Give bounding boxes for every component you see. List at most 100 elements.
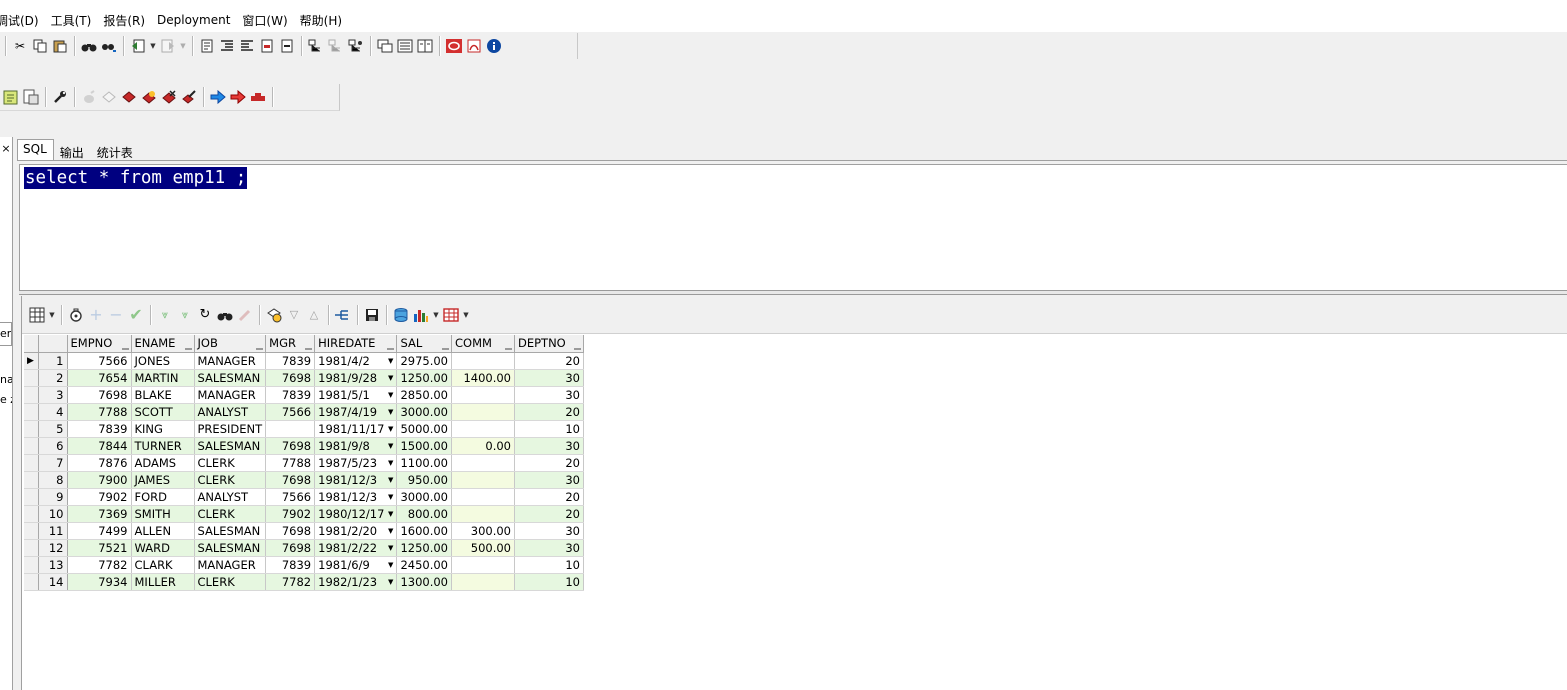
cell-job[interactable]: SALESMAN bbox=[194, 369, 267, 387]
next-query-icon[interactable]: △ bbox=[305, 306, 323, 324]
editor-result-splitter[interactable] bbox=[19, 290, 1567, 295]
row-number[interactable]: 9 bbox=[38, 488, 68, 506]
row-indicator[interactable] bbox=[24, 403, 39, 421]
cell-empno[interactable]: 7876 bbox=[67, 454, 132, 472]
db-disconnect-icon[interactable] bbox=[100, 88, 118, 106]
column-header[interactable]: HIREDATE bbox=[314, 335, 398, 353]
sql-window-icon[interactable] bbox=[416, 37, 434, 55]
cell-sal[interactable]: 2450.00 bbox=[396, 556, 452, 574]
cell-empno[interactable]: 7844 bbox=[67, 437, 132, 455]
indent-icon[interactable] bbox=[218, 37, 236, 55]
sql-text-selected[interactable]: select * from emp11 ; bbox=[24, 167, 248, 189]
cell-job[interactable]: CLERK bbox=[194, 573, 267, 591]
row-indicator[interactable] bbox=[24, 437, 39, 455]
date-dropdown-icon[interactable]: ▼ bbox=[388, 574, 393, 590]
column-header[interactable]: MGR bbox=[265, 335, 316, 353]
menu-debug[interactable]: 调试(D) bbox=[0, 12, 45, 29]
cell-mgr[interactable]: 7902 bbox=[265, 505, 316, 523]
table-row[interactable]: 5 7839 KING PRESIDENT 1981/11/17 ▼ 5000.00 10 bbox=[24, 420, 584, 438]
row-number[interactable]: 7 bbox=[38, 454, 68, 472]
db-yellow-icon[interactable] bbox=[140, 88, 158, 106]
cell-deptno[interactable]: 10 bbox=[514, 556, 584, 574]
cell-hiredate[interactable]: 1981/4/2 ▼ bbox=[314, 352, 398, 370]
cell-hiredate[interactable]: 1981/9/28 ▼ bbox=[314, 369, 398, 387]
row-number[interactable]: 3 bbox=[38, 386, 68, 404]
menu-tools[interactable]: 工具(T) bbox=[45, 12, 98, 29]
row-indicator[interactable] bbox=[24, 420, 39, 438]
cell-job[interactable]: SALESMAN bbox=[194, 539, 267, 557]
row-indicator[interactable] bbox=[24, 471, 39, 489]
cell-deptno[interactable]: 20 bbox=[514, 454, 584, 472]
cell-deptno[interactable]: 10 bbox=[514, 420, 584, 438]
cell-job[interactable]: PRESIDENT bbox=[194, 420, 267, 438]
date-dropdown-icon[interactable]: ▼ bbox=[388, 523, 393, 539]
cell-sal[interactable]: 3000.00 bbox=[396, 403, 452, 421]
grid-layout-icon[interactable] bbox=[28, 306, 46, 324]
cell-job[interactable]: CLERK bbox=[194, 454, 267, 472]
table-row[interactable]: 8 7900 JAMES CLERK 7698 1981/12/3 ▼ 950.00 30 bbox=[24, 471, 584, 489]
cell-comm[interactable]: 300.00 bbox=[451, 522, 515, 540]
column-header[interactable]: EMPNO bbox=[67, 335, 132, 353]
current-row-indicator-icon[interactable]: ▶ bbox=[24, 352, 39, 370]
back-dropdown-icon[interactable]: ▼ bbox=[149, 42, 157, 50]
row-number[interactable]: 11 bbox=[38, 522, 68, 540]
cell-empno[interactable]: 7654 bbox=[67, 369, 132, 387]
forward-icon[interactable] bbox=[159, 37, 177, 55]
row-number[interactable]: 6 bbox=[38, 437, 68, 455]
cell-ename[interactable]: WARD bbox=[131, 539, 195, 557]
cell-ename[interactable]: MARTIN bbox=[131, 369, 195, 387]
chart-icon[interactable] bbox=[412, 306, 430, 324]
debug-icon[interactable] bbox=[347, 37, 365, 55]
left-panel-field[interactable]: emp bbox=[0, 322, 12, 346]
cell-deptno[interactable]: 30 bbox=[514, 471, 584, 489]
cell-comm[interactable] bbox=[451, 488, 515, 506]
cell-hiredate[interactable]: 1981/6/9 ▼ bbox=[314, 556, 398, 574]
date-dropdown-icon[interactable]: ▼ bbox=[388, 489, 393, 505]
cell-empno[interactable]: 7934 bbox=[67, 573, 132, 591]
window-list-icon[interactable] bbox=[376, 37, 394, 55]
table-row[interactable]: 3 7698 BLAKE MANAGER 7839 1981/5/1 ▼ 2850.00 30 bbox=[24, 386, 584, 404]
lock-icon[interactable] bbox=[67, 306, 85, 324]
cell-deptno[interactable]: 20 bbox=[514, 505, 584, 523]
back-icon[interactable] bbox=[129, 37, 147, 55]
pdf-icon[interactable] bbox=[465, 37, 483, 55]
arrow-right-red-icon[interactable] bbox=[229, 88, 247, 106]
cell-sal[interactable]: 800.00 bbox=[396, 505, 452, 523]
row-indicator[interactable] bbox=[24, 556, 39, 574]
cell-mgr[interactable]: 7839 bbox=[265, 556, 316, 574]
menu-reports[interactable]: 报告(R) bbox=[97, 12, 151, 29]
cell-ename[interactable]: BLAKE bbox=[131, 386, 195, 404]
row-indicator[interactable] bbox=[24, 386, 39, 404]
cell-mgr[interactable] bbox=[265, 420, 316, 438]
cell-deptno[interactable]: 10 bbox=[514, 573, 584, 591]
cell-deptno[interactable]: 30 bbox=[514, 539, 584, 557]
date-dropdown-icon[interactable]: ▼ bbox=[388, 455, 393, 471]
chart-dropdown-icon[interactable]: ▼ bbox=[432, 311, 440, 319]
refresh-icon[interactable]: ↻ bbox=[196, 306, 214, 324]
forward-dropdown-icon[interactable]: ▼ bbox=[179, 42, 187, 50]
cell-deptno[interactable]: 20 bbox=[514, 352, 584, 370]
uppercase-icon[interactable] bbox=[258, 37, 276, 55]
cell-ename[interactable]: SCOTT bbox=[131, 403, 195, 421]
table-row[interactable]: 6 7844 TURNER SALESMAN 7698 1981/9/8 ▼ 1500.00 0… bbox=[24, 437, 584, 455]
column-header[interactable]: JOB bbox=[194, 335, 267, 353]
find-icon[interactable] bbox=[80, 37, 98, 55]
column-header[interactable]: SAL bbox=[396, 335, 452, 353]
column-header[interactable]: ENAME bbox=[131, 335, 195, 353]
export-icon[interactable] bbox=[392, 306, 410, 324]
link-icon[interactable] bbox=[334, 306, 352, 324]
close-icon[interactable]: × bbox=[0, 142, 12, 155]
date-dropdown-icon[interactable]: ▼ bbox=[388, 557, 393, 573]
cell-hiredate[interactable]: 1981/12/3 ▼ bbox=[314, 471, 398, 489]
oracle-icon[interactable] bbox=[445, 37, 463, 55]
cell-job[interactable]: MANAGER bbox=[194, 556, 267, 574]
cell-comm[interactable]: 1400.00 bbox=[451, 369, 515, 387]
cell-sal[interactable]: 5000.00 bbox=[396, 420, 452, 438]
cell-hiredate[interactable]: 1981/12/3 ▼ bbox=[314, 488, 398, 506]
cell-comm[interactable] bbox=[451, 386, 515, 404]
cell-empno[interactable]: 7902 bbox=[67, 488, 132, 506]
tab-statistics[interactable]: 统计表 bbox=[91, 141, 140, 161]
db-edit-icon[interactable] bbox=[180, 88, 198, 106]
cell-comm[interactable] bbox=[451, 403, 515, 421]
row-number[interactable]: 13 bbox=[38, 556, 68, 574]
